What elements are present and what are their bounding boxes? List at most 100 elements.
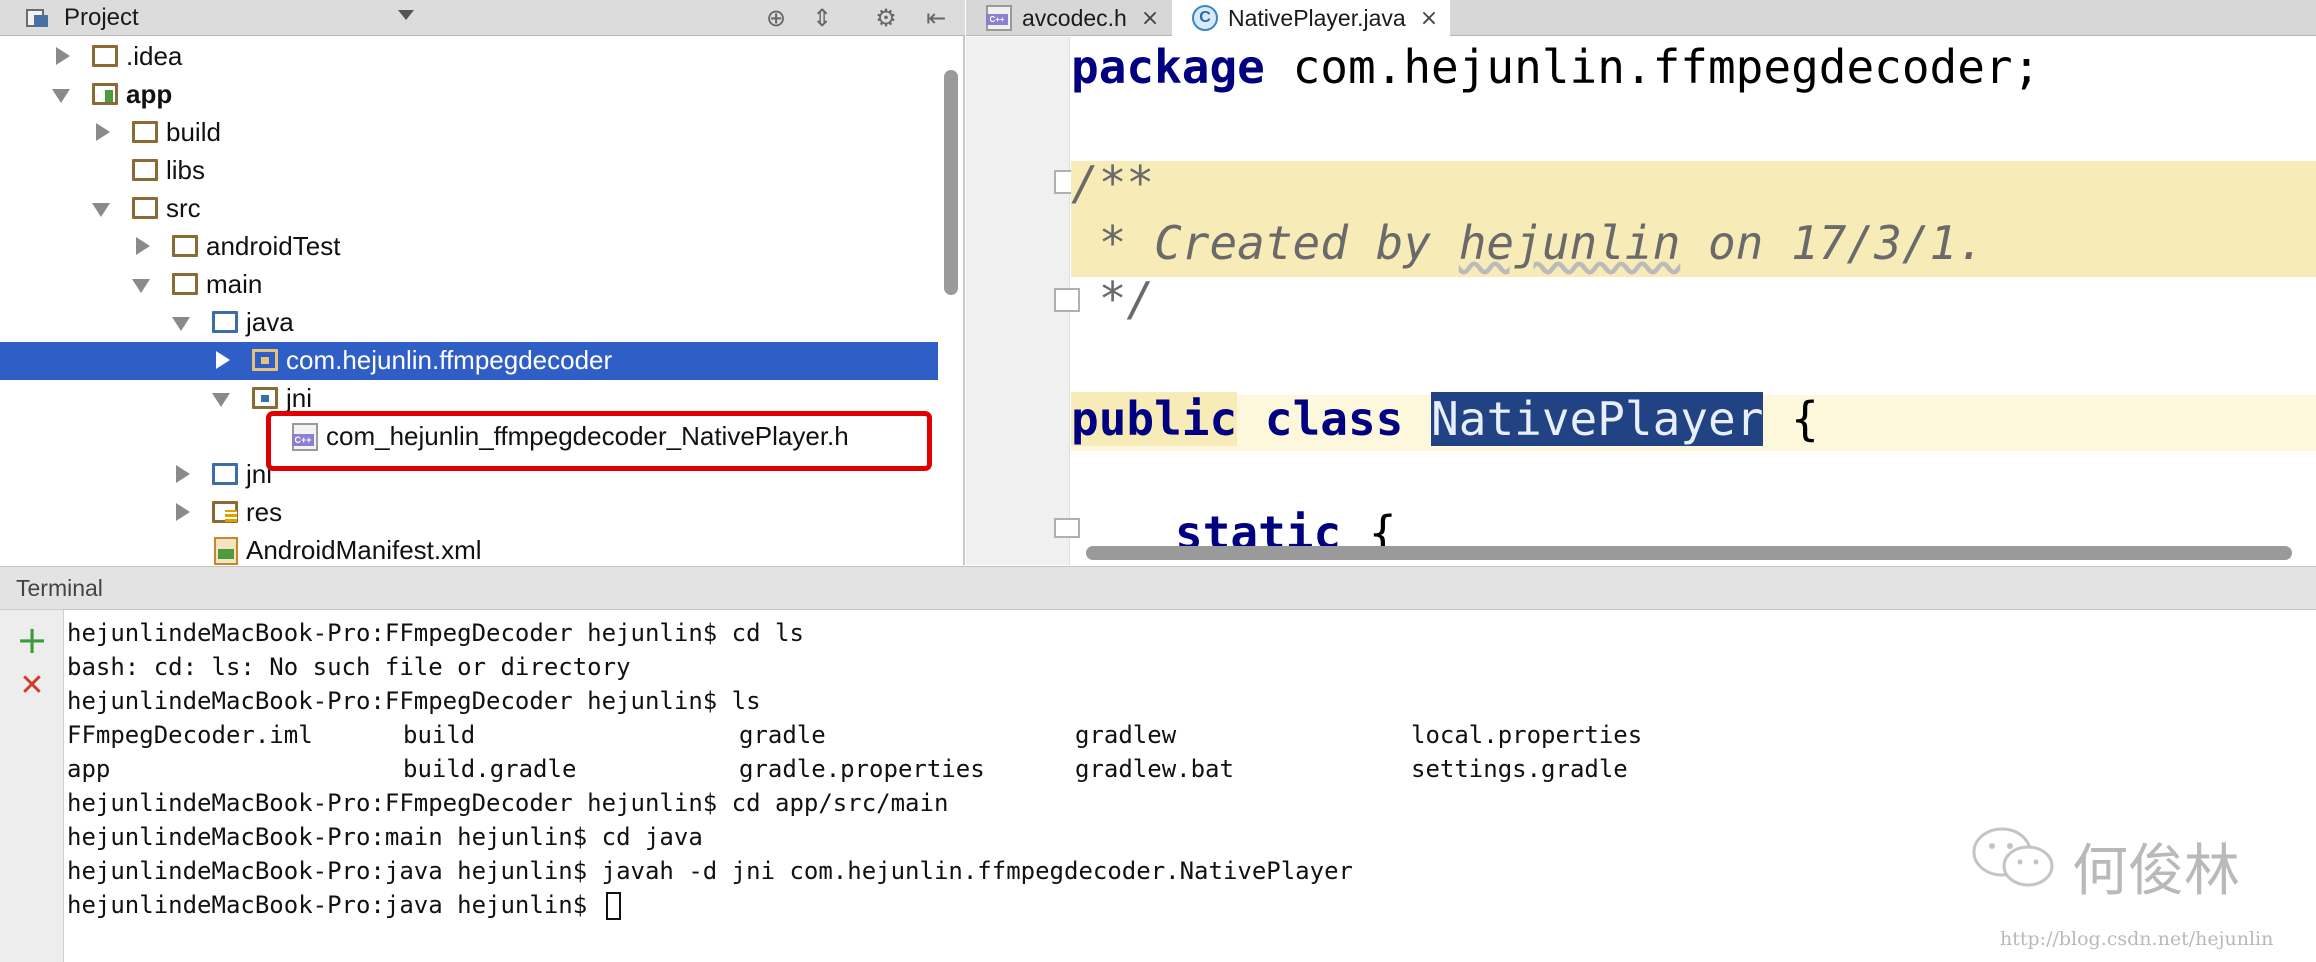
- tree-item-label: jni: [286, 383, 313, 413]
- terminal-line: bash: cd: ls: No such file or directory: [67, 653, 631, 681]
- scroll-from-source-icon[interactable]: ⊕: [762, 4, 790, 32]
- tree-item-manifest[interactable]: AndroidManifest.xml: [0, 532, 938, 570]
- ls-entry: local.properties: [1411, 721, 1643, 749]
- collapse-arrow-icon[interactable]: [92, 203, 110, 217]
- folder-icon: [132, 197, 158, 219]
- ls-entry: FFmpegDecoder.iml: [67, 721, 313, 749]
- module-folder-icon: [92, 83, 118, 105]
- source-folder-icon: [212, 311, 238, 333]
- ls-entry: settings.gradle: [1411, 755, 1628, 783]
- code-area[interactable]: package com.hejunlin.ffmpegdecoder; /** …: [1071, 37, 2316, 547]
- terminal-line: hejunlindeMacBook-Pro:java hejunlin$ jav…: [67, 857, 1353, 885]
- tree-item-libs[interactable]: libs: [0, 152, 938, 190]
- keyword: public: [1071, 392, 1238, 446]
- code-text: {: [1763, 392, 1819, 446]
- tab-nativeplayer[interactable]: C NativePlayer.java ×: [1172, 0, 1450, 36]
- code-text: com.hejunlin.ffmpegdecoder;: [1264, 40, 2041, 94]
- terminal-prompt: hejunlindeMacBook-Pro:java hejunlin$: [67, 891, 602, 919]
- tree-item-label: build: [166, 117, 221, 147]
- code-line-7: public class NativePlayer {: [1071, 389, 1819, 449]
- folder-icon: [92, 45, 118, 67]
- tree-item-java[interactable]: java: [0, 304, 938, 342]
- code-editor: C++ avcodec.h × C NativePlayer.java × pa…: [966, 0, 2316, 565]
- tree-item-label: main: [206, 269, 263, 299]
- project-panel-header: Project ⊕ ⇕ ⚙ ⇤: [0, 0, 965, 36]
- wechat-logo-watermark: [1972, 827, 2054, 887]
- tree-item-src[interactable]: src: [0, 190, 938, 228]
- tree-item-res[interactable]: res: [0, 494, 938, 532]
- terminal-output[interactable]: hejunlindeMacBook-Pro:FFmpegDecoder heju…: [65, 610, 2316, 962]
- tree-item-build[interactable]: build: [0, 114, 938, 152]
- ls-entry: build: [403, 721, 476, 749]
- ls-entry: gradle.properties: [739, 755, 985, 783]
- code-line-4: * Created by hejunlin on 17/3/1.: [1071, 213, 1985, 273]
- expand-arrow-icon[interactable]: [176, 465, 190, 483]
- comment-text: */: [1071, 272, 1155, 326]
- tab-avcodec[interactable]: C++ avcodec.h ×: [966, 0, 1171, 36]
- terminal-line: hejunlindeMacBook-Pro:FFmpegDecoder heju…: [67, 687, 761, 715]
- expand-arrow-icon[interactable]: [216, 351, 230, 369]
- project-panel-title: Project: [64, 4, 139, 31]
- red-highlight-annotation: [266, 411, 932, 471]
- watermark-url: http://blog.csdn.net/hejunlin: [2000, 928, 2274, 950]
- expand-arrow-icon[interactable]: [136, 237, 150, 255]
- tree-item-label: .idea: [126, 41, 183, 71]
- tree-scrollbar[interactable]: [944, 70, 958, 295]
- collapse-arrow-icon[interactable]: [52, 89, 70, 103]
- tree-item-package-selected[interactable]: com.hejunlin.ffmpegdecoder: [0, 342, 938, 380]
- close-icon[interactable]: ×: [1141, 6, 1159, 31]
- new-session-button[interactable]: +: [14, 621, 50, 659]
- tree-item-label: src: [166, 193, 201, 223]
- tree-item-main[interactable]: main: [0, 266, 938, 304]
- cpp-header-icon: C++: [986, 5, 1012, 31]
- terminal-prompt-line[interactable]: hejunlindeMacBook-Pro:java hejunlin$: [67, 888, 621, 922]
- code-line-1: package com.hejunlin.ffmpegdecoder;: [1071, 37, 2040, 97]
- comment-text: /**: [1071, 156, 1155, 210]
- class-name-selected: NativePlayer: [1431, 392, 1764, 446]
- collapse-arrow-icon[interactable]: [132, 279, 150, 293]
- project-icon: [26, 7, 52, 29]
- folder-icon: [172, 273, 198, 295]
- code-line-5: */: [1071, 269, 1154, 329]
- watermark-author-name: 何俊林: [2072, 839, 2240, 904]
- ls-entry: gradlew: [1075, 721, 1177, 749]
- tab-label: avcodec.h: [1022, 4, 1127, 31]
- tree-item-label: res: [246, 497, 283, 527]
- close-icon[interactable]: ×: [1420, 6, 1438, 31]
- tree-item-label: androidTest: [206, 231, 341, 261]
- terminal-cursor: [605, 892, 621, 920]
- tree-item-label: app: [126, 79, 173, 109]
- ls-entry: gradlew.bat: [1075, 755, 1234, 783]
- editor-horizontal-scrollbar[interactable]: [1086, 546, 2292, 560]
- tree-item-idea[interactable]: .idea: [0, 38, 938, 76]
- expand-arrow-icon[interactable]: [56, 47, 70, 65]
- collapse-arrow-icon[interactable]: [212, 393, 230, 407]
- package-icon: [252, 387, 278, 409]
- editor-tab-bar: C++ avcodec.h × C NativePlayer.java ×: [966, 0, 2316, 36]
- expand-arrow-icon[interactable]: [176, 503, 190, 521]
- tree-item-label: com.hejunlin.ffmpegdecoder: [286, 345, 613, 375]
- comment-text: hejunlin: [1458, 216, 1681, 270]
- chevron-down-icon[interactable]: [398, 10, 414, 20]
- folder-icon: [132, 159, 158, 181]
- resource-folder-icon: [212, 501, 238, 523]
- gear-icon[interactable]: ⚙: [872, 4, 900, 32]
- expand-arrow-icon[interactable]: [96, 123, 110, 141]
- tree-item-app[interactable]: app: [0, 76, 938, 114]
- code-line-9: static {: [1175, 503, 1397, 547]
- project-panel: Project ⊕ ⇕ ⚙ ⇤ .idea app build libs src…: [0, 0, 965, 565]
- hide-panel-icon[interactable]: ⇤: [922, 4, 950, 32]
- tree-item-androidtest[interactable]: androidTest: [0, 228, 938, 266]
- tree-item-label: libs: [166, 155, 206, 185]
- ls-entry: build.gradle: [403, 755, 577, 783]
- project-view-selector[interactable]: Project: [26, 0, 139, 36]
- folder-icon: [132, 121, 158, 143]
- collapse-arrow-icon[interactable]: [172, 317, 190, 331]
- terminal-header: Terminal: [0, 566, 2316, 610]
- xml-file-icon: [214, 537, 238, 565]
- collapse-all-icon[interactable]: ⇕: [808, 4, 836, 32]
- code-text: {: [1341, 506, 1397, 547]
- tree-item-label: AndroidManifest.xml: [246, 535, 482, 565]
- close-session-button[interactable]: ✕: [14, 668, 50, 704]
- terminal-title: Terminal: [16, 575, 103, 601]
